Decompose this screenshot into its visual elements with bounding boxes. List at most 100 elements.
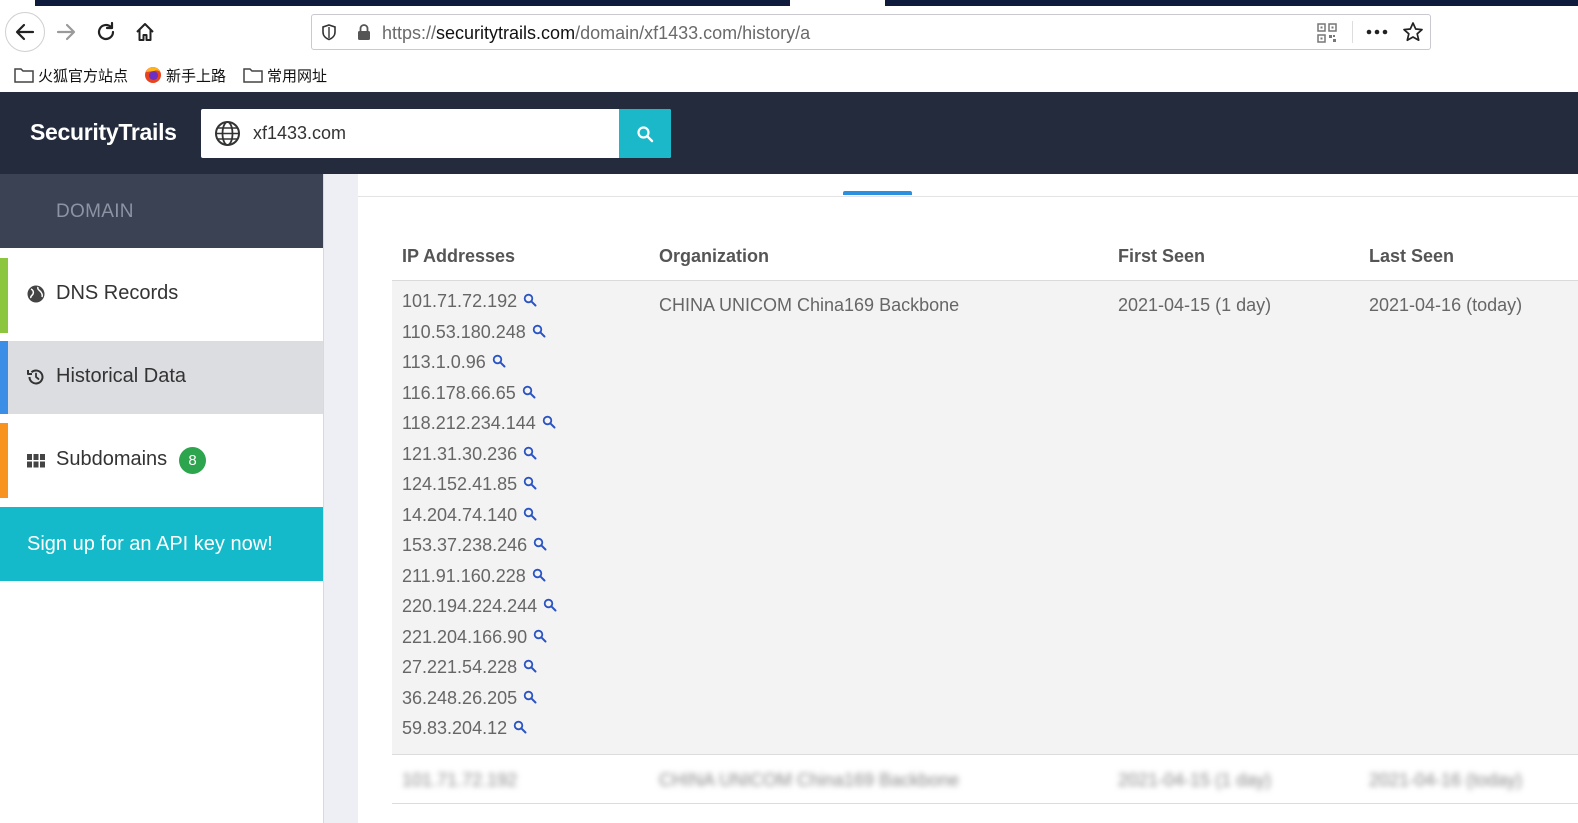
ip-list-item: 36.248.26.205 [402, 688, 557, 719]
logo[interactable]: SecurityTrails [30, 119, 177, 146]
ip-address: 153.37.238.246 [402, 535, 528, 555]
history-icon [26, 367, 46, 387]
folder-icon [243, 67, 263, 83]
more-icon[interactable] [1366, 29, 1388, 35]
ip-list-item: 27.221.54.228 [402, 657, 557, 688]
ip-list-item: 220.194.224.244 [402, 596, 557, 627]
search-button[interactable] [619, 109, 671, 158]
sidebar-item-label: DNS Records [56, 282, 179, 304]
bookmark-label: 火狐官方站点 [38, 67, 129, 85]
bookmark-item[interactable]: 火狐官方站点 [14, 64, 128, 86]
url-path: /domain/xf1433.com/history/a [575, 23, 811, 43]
ip-list-item: 14.204.74.140 [402, 505, 557, 536]
domain-search [201, 109, 671, 158]
column-header-organization[interactable]: Organization [659, 246, 769, 267]
search-input[interactable] [253, 109, 613, 158]
ip-address: 211.91.160.228 [402, 565, 526, 586]
app-header: SecurityTrails [0, 92, 1578, 174]
first-seen-cell: 2021-04-15 (1 day) [1118, 295, 1272, 315]
ip-list-item: 110.53.180.248 [402, 322, 557, 353]
star-icon[interactable] [1402, 21, 1424, 43]
search-ip-icon[interactable] [492, 354, 506, 368]
sidebar-item-subdomains[interactable]: Subdomains 8 [0, 415, 323, 507]
sidebar-item-historical-data[interactable]: Historical Data [0, 341, 323, 414]
globe-icon [215, 121, 240, 146]
search-ip-icon[interactable] [532, 324, 546, 338]
blurred-organization-cell: CHINA UNICOM China169 Backbone [659, 770, 960, 790]
search-ip-icon[interactable] [533, 537, 547, 551]
search-ip-icon[interactable] [523, 446, 537, 460]
search-ip-icon[interactable] [543, 598, 557, 612]
signup-label: Sign up for an API key now! [27, 532, 273, 555]
search-ip-icon[interactable] [533, 629, 547, 643]
search-ip-icon[interactable] [513, 720, 527, 734]
column-header-last-seen[interactable]: Last Seen [1369, 246, 1454, 267]
bookmark-item[interactable]: 新手上路 [144, 64, 226, 86]
arrow-left-icon [15, 23, 35, 41]
grid-icon [26, 451, 46, 471]
search-ip-icon[interactable] [523, 507, 537, 521]
sidebar-item-accent [0, 258, 8, 333]
shield-icon[interactable] [320, 23, 338, 41]
blurred-last-seen-cell: 2021-04-16 (today) [1369, 770, 1523, 790]
home-button[interactable] [125, 12, 165, 52]
bookmark-item[interactable]: 常用网址 [243, 64, 327, 86]
bookmark-label: 新手上路 [166, 67, 227, 85]
search-icon [637, 125, 654, 142]
search-ip-icon[interactable] [532, 568, 546, 582]
ip-address: 113.1.0.96 [402, 352, 486, 372]
browser-toolbar: https://securitytrails.com/domain/xf1433… [0, 6, 1578, 58]
main-content: IP Addresses Organization First Seen Las… [358, 174, 1578, 823]
forward-button[interactable] [46, 12, 86, 52]
ip-list-item: 153.37.238.246 [402, 535, 557, 566]
search-ip-icon[interactable] [522, 385, 536, 399]
bookmarks-bar: 火狐官方站点 新手上路 常用网址 [0, 58, 1578, 92]
ip-list-item: 116.178.66.65 [402, 383, 557, 414]
ip-address: 124.152.41.85 [402, 474, 518, 494]
reload-button[interactable] [86, 12, 126, 52]
ip-address: 101.71.72.192 [402, 291, 518, 311]
ip-list-item: 101.71.72.192 [402, 291, 557, 322]
sidebar-item-dns-records[interactable]: DNS Records [0, 248, 323, 340]
column-header-ip[interactable]: IP Addresses [402, 246, 515, 267]
active-tab-indicator[interactable] [843, 191, 912, 195]
sidebar-item-label: Subdomains [56, 448, 168, 470]
search-ip-icon[interactable] [542, 415, 556, 429]
blurred-table-row: 101.71.72.192 CHINA UNICOM China169 Back… [392, 756, 1578, 804]
column-header-first-seen[interactable]: First Seen [1118, 246, 1205, 267]
url-text[interactable]: https://securitytrails.com/domain/xf1433… [382, 23, 810, 44]
ip-list-item: 211.91.160.228 [402, 566, 557, 597]
search-ip-icon[interactable] [523, 293, 537, 307]
ip-address: 27.221.54.228 [402, 657, 518, 677]
ip-address: 14.204.74.140 [402, 504, 518, 525]
subdomain-count-badge: 8 [179, 447, 206, 474]
sidebar-item-label: Historical Data [56, 365, 187, 387]
search-ip-icon[interactable] [523, 659, 537, 673]
folder-icon [14, 67, 34, 83]
ip-list-item: 118.212.234.144 [402, 413, 557, 444]
search-ip-icon[interactable] [523, 476, 537, 490]
last-seen-cell: 2021-04-16 (today) [1369, 295, 1523, 315]
address-bar[interactable]: https://securitytrails.com/domain/xf1433… [311, 14, 1431, 50]
reload-icon [97, 21, 115, 41]
ip-address: 220.194.224.244 [402, 596, 538, 616]
ip-list-item: 121.31.30.236 [402, 444, 557, 475]
ip-address-list: 101.71.72.192 110.53.180.248 113.1.0.96 116… [402, 291, 557, 749]
ip-address: 221.204.166.90 [402, 626, 528, 647]
arrow-right-icon [56, 23, 76, 41]
ip-address: 36.248.26.205 [402, 687, 518, 708]
organization-cell: CHINA UNICOM China169 Backbone [659, 295, 960, 315]
signup-api-key-button[interactable]: Sign up for an API key now! [0, 507, 323, 581]
sidebar-heading-label: DOMAIN [56, 201, 134, 222]
sidebar-item-accent [0, 341, 8, 414]
search-ip-icon[interactable] [523, 690, 537, 704]
urlbar-divider [1352, 21, 1353, 43]
ip-list-item: 59.83.204.12 [402, 718, 557, 749]
lock-icon[interactable] [356, 23, 372, 41]
qr-code-icon[interactable] [1317, 23, 1337, 43]
ip-list-item: 113.1.0.96 [402, 352, 557, 383]
table-row [392, 281, 1578, 755]
ip-address: 116.178.66.65 [402, 382, 516, 403]
tab-underline-rule [358, 196, 1578, 197]
back-button[interactable] [5, 12, 45, 52]
